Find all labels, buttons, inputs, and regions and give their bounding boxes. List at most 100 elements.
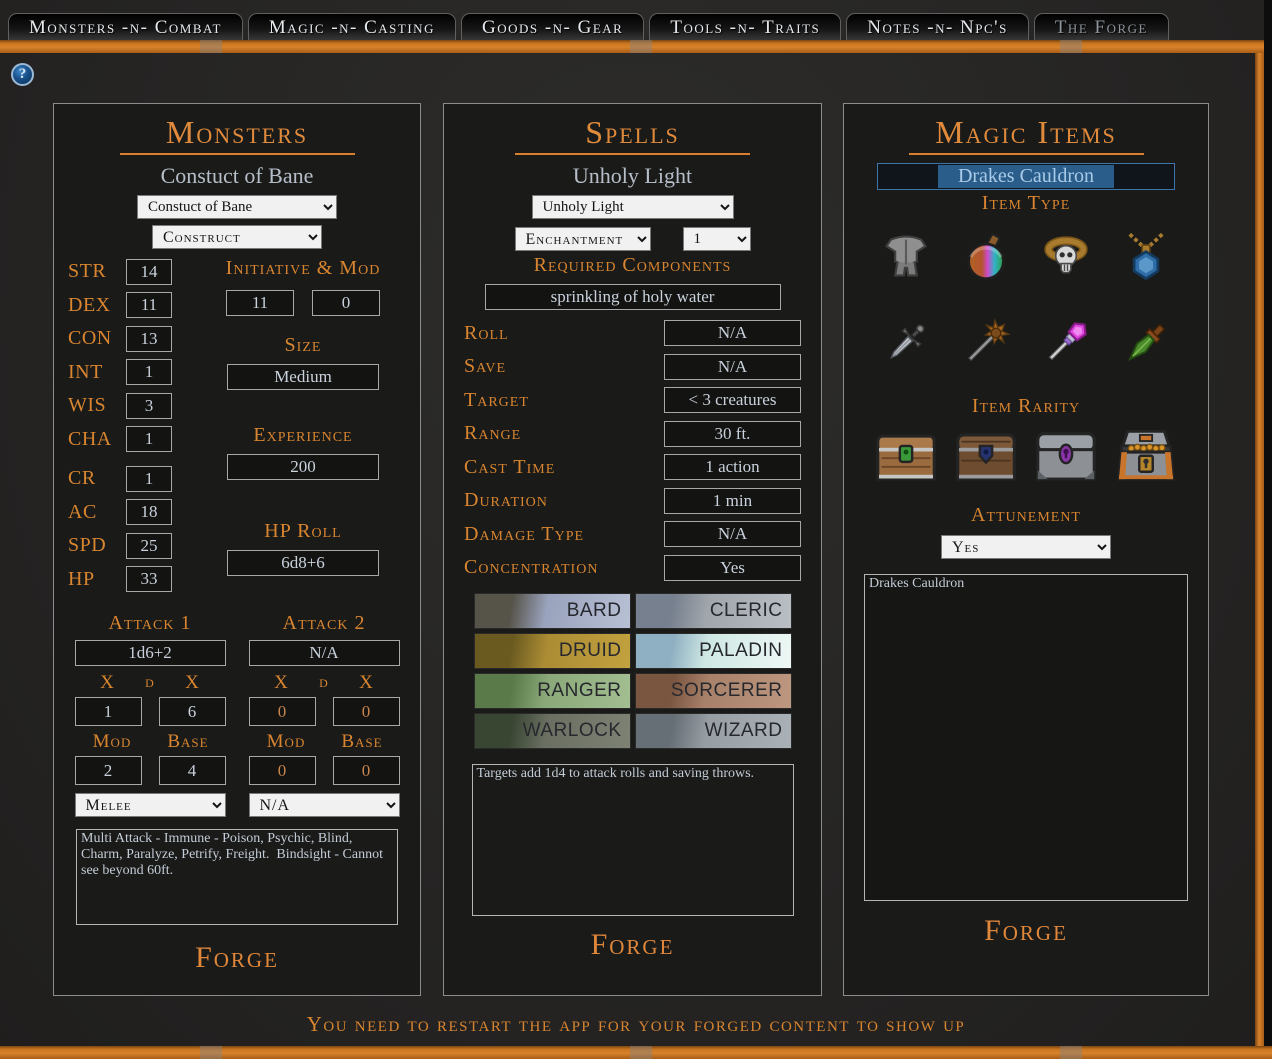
spell-field-input-range[interactable]: 30 ft. <box>664 421 801 447</box>
tab-notes-n-npc-s[interactable]: Notes -n- Npc's <box>846 13 1029 42</box>
wand-icon[interactable] <box>1037 315 1095 371</box>
experience-input[interactable]: 200 <box>227 454 379 480</box>
attack-2-base-input[interactable]: 0 <box>333 756 400 785</box>
tab-magic-n-casting[interactable]: Magic -n- Casting <box>248 13 456 42</box>
stat-row: DEX11 <box>68 289 200 323</box>
class-button-druid[interactable]: DRUID <box>474 633 631 669</box>
stat-input-wis[interactable]: 3 <box>126 393 172 419</box>
spell-name: Unholy Light <box>444 163 821 189</box>
item-rarity-row <box>844 430 1208 484</box>
attack-2-dice-count-input[interactable]: 0 <box>249 697 316 726</box>
class-button-cleric[interactable]: CLERIC <box>635 593 792 629</box>
armor-icon[interactable] <box>877 229 935 285</box>
hp-roll-input[interactable]: 6d8+6 <box>227 550 379 576</box>
attack-2-mod-input[interactable]: 0 <box>249 756 316 785</box>
dagger-icon[interactable] <box>1117 315 1175 371</box>
initiative-mod-input[interactable]: 0 <box>312 290 380 316</box>
class-button-bard[interactable]: BARD <box>474 593 631 629</box>
spells-panel: Spells Unholy Light Unholy Light Enchant… <box>443 103 822 996</box>
stat-input-cha[interactable]: 1 <box>126 426 172 452</box>
stat-input-hp[interactable]: 33 <box>126 566 172 592</box>
attack-1-dice-count-input[interactable]: 1 <box>75 697 142 726</box>
attack-1-base-input[interactable]: 4 <box>159 756 226 785</box>
ring-icon[interactable] <box>1037 229 1095 285</box>
attack-1-damage-input[interactable]: 1d6+2 <box>75 640 226 666</box>
spell-field-label-range: Range <box>464 422 664 445</box>
hp-roll-label: HP Roll <box>264 520 341 543</box>
tab-goods-n-gear[interactable]: Goods -n- Gear <box>461 13 644 42</box>
stat-label-str: STR <box>68 260 126 283</box>
stat-row: AC18 <box>68 496 200 530</box>
spell-field-label-concentration: Concentration <box>464 556 664 579</box>
experience-label: Experience <box>253 424 352 447</box>
spell-name-select[interactable]: Unholy Light <box>532 195 734 219</box>
stat-input-int[interactable]: 1 <box>126 359 172 385</box>
spell-school-select[interactable]: Enchantment <box>515 227 651 251</box>
uncommon-chest-icon[interactable] <box>954 430 1018 484</box>
spells-title: Spells <box>444 114 821 151</box>
stat-row: CHA1 <box>68 423 200 457</box>
monster-type-select[interactable]: Construct <box>152 225 322 249</box>
monsters-title: Monsters <box>54 114 420 151</box>
spell-field-input-save[interactable]: N/A <box>664 354 801 380</box>
spell-field-input-concentration[interactable]: Yes <box>664 555 801 581</box>
stat-input-str[interactable]: 14 <box>126 259 172 285</box>
rare-chest-icon[interactable] <box>1034 430 1098 484</box>
spell-field-label-target: Target <box>464 389 664 412</box>
required-components-input[interactable]: sprinkling of holy water <box>485 284 781 310</box>
spell-field-input-cast-time[interactable]: 1 action <box>664 454 801 480</box>
item-rarity-label: Item Rarity <box>844 395 1208 418</box>
base-label: Base <box>324 731 400 753</box>
class-button-sorcerer[interactable]: SORCERER <box>635 673 792 709</box>
stat-input-ac[interactable]: 18 <box>126 499 172 525</box>
legendary-chest-icon[interactable] <box>1114 430 1178 484</box>
common-chest-icon[interactable] <box>874 430 938 484</box>
tab-tools-n-traits[interactable]: Tools -n- Traits <box>649 13 841 42</box>
item-list-entry[interactable]: Drakes Cauldron <box>869 576 1183 592</box>
spell-field-input-damage-type[interactable]: N/A <box>664 521 801 547</box>
class-button-ranger[interactable]: RANGER <box>474 673 631 709</box>
stat-input-con[interactable]: 13 <box>126 326 172 352</box>
item-listbox[interactable]: Drakes Cauldron <box>864 574 1188 901</box>
amulet-icon[interactable] <box>1117 229 1175 285</box>
potion-icon[interactable] <box>957 229 1015 285</box>
stat-label-wis: WIS <box>68 394 126 417</box>
attack-1-mod-input[interactable]: 2 <box>75 756 142 785</box>
item-type-label: Item Type <box>844 192 1208 215</box>
attunement-select[interactable]: Yes <box>941 535 1111 559</box>
attack-2-die-input[interactable]: 0 <box>333 697 400 726</box>
monster-name-select[interactable]: Constuct of Bane <box>137 195 337 219</box>
tab-the-forge[interactable]: The Forge <box>1034 13 1169 42</box>
attack-1-type-select[interactable]: Melee <box>75 793 226 817</box>
class-button-wizard[interactable]: WIZARD <box>635 713 792 749</box>
tab-bar: Monsters -n- CombatMagic -n- CastingGood… <box>8 13 1169 42</box>
spell-level-select[interactable]: 1 <box>683 227 751 251</box>
required-components-label: Required Components <box>444 254 821 277</box>
x-label: X <box>248 672 315 694</box>
spell-field-input-target[interactable]: < 3 creatures <box>664 387 801 413</box>
restart-notice: You need to restart the app for your for… <box>0 1012 1272 1037</box>
mace-icon[interactable] <box>957 315 1015 371</box>
class-button-paladin[interactable]: PALADIN <box>635 633 792 669</box>
stat-row: INT1 <box>68 356 200 390</box>
spells-forge-button[interactable]: Forge <box>444 928 821 962</box>
monster-notes-textarea[interactable]: Multi Attack - Immune - Poison, Psychic,… <box>76 829 398 925</box>
help-icon[interactable]: ? <box>11 63 34 86</box>
spell-field-input-roll[interactable]: N/A <box>664 320 801 346</box>
class-button-warlock[interactable]: WARLOCK <box>474 713 631 749</box>
spell-description-textarea[interactable]: Targets add 1d4 to attack rolls and savi… <box>472 764 794 916</box>
monsters-forge-button[interactable]: Forge <box>54 941 420 975</box>
attack-2-type-select[interactable]: N/A <box>249 793 400 817</box>
spell-field-input-duration[interactable]: 1 min <box>664 488 801 514</box>
initiative-input[interactable]: 11 <box>226 290 294 316</box>
attack-2-damage-input[interactable]: N/A <box>249 640 400 666</box>
size-input[interactable]: Medium <box>227 364 379 390</box>
tab-monsters-n-combat[interactable]: Monsters -n- Combat <box>8 13 243 42</box>
magic-items-forge-button[interactable]: Forge <box>844 914 1208 948</box>
attack-1-die-input[interactable]: 6 <box>159 697 226 726</box>
sword-icon[interactable] <box>877 315 935 371</box>
stat-input-dex[interactable]: 11 <box>126 292 172 318</box>
stat-input-cr[interactable]: 1 <box>126 466 172 492</box>
item-name-input[interactable]: Drakes Cauldron <box>877 163 1175 190</box>
stat-input-spd[interactable]: 25 <box>126 533 172 559</box>
